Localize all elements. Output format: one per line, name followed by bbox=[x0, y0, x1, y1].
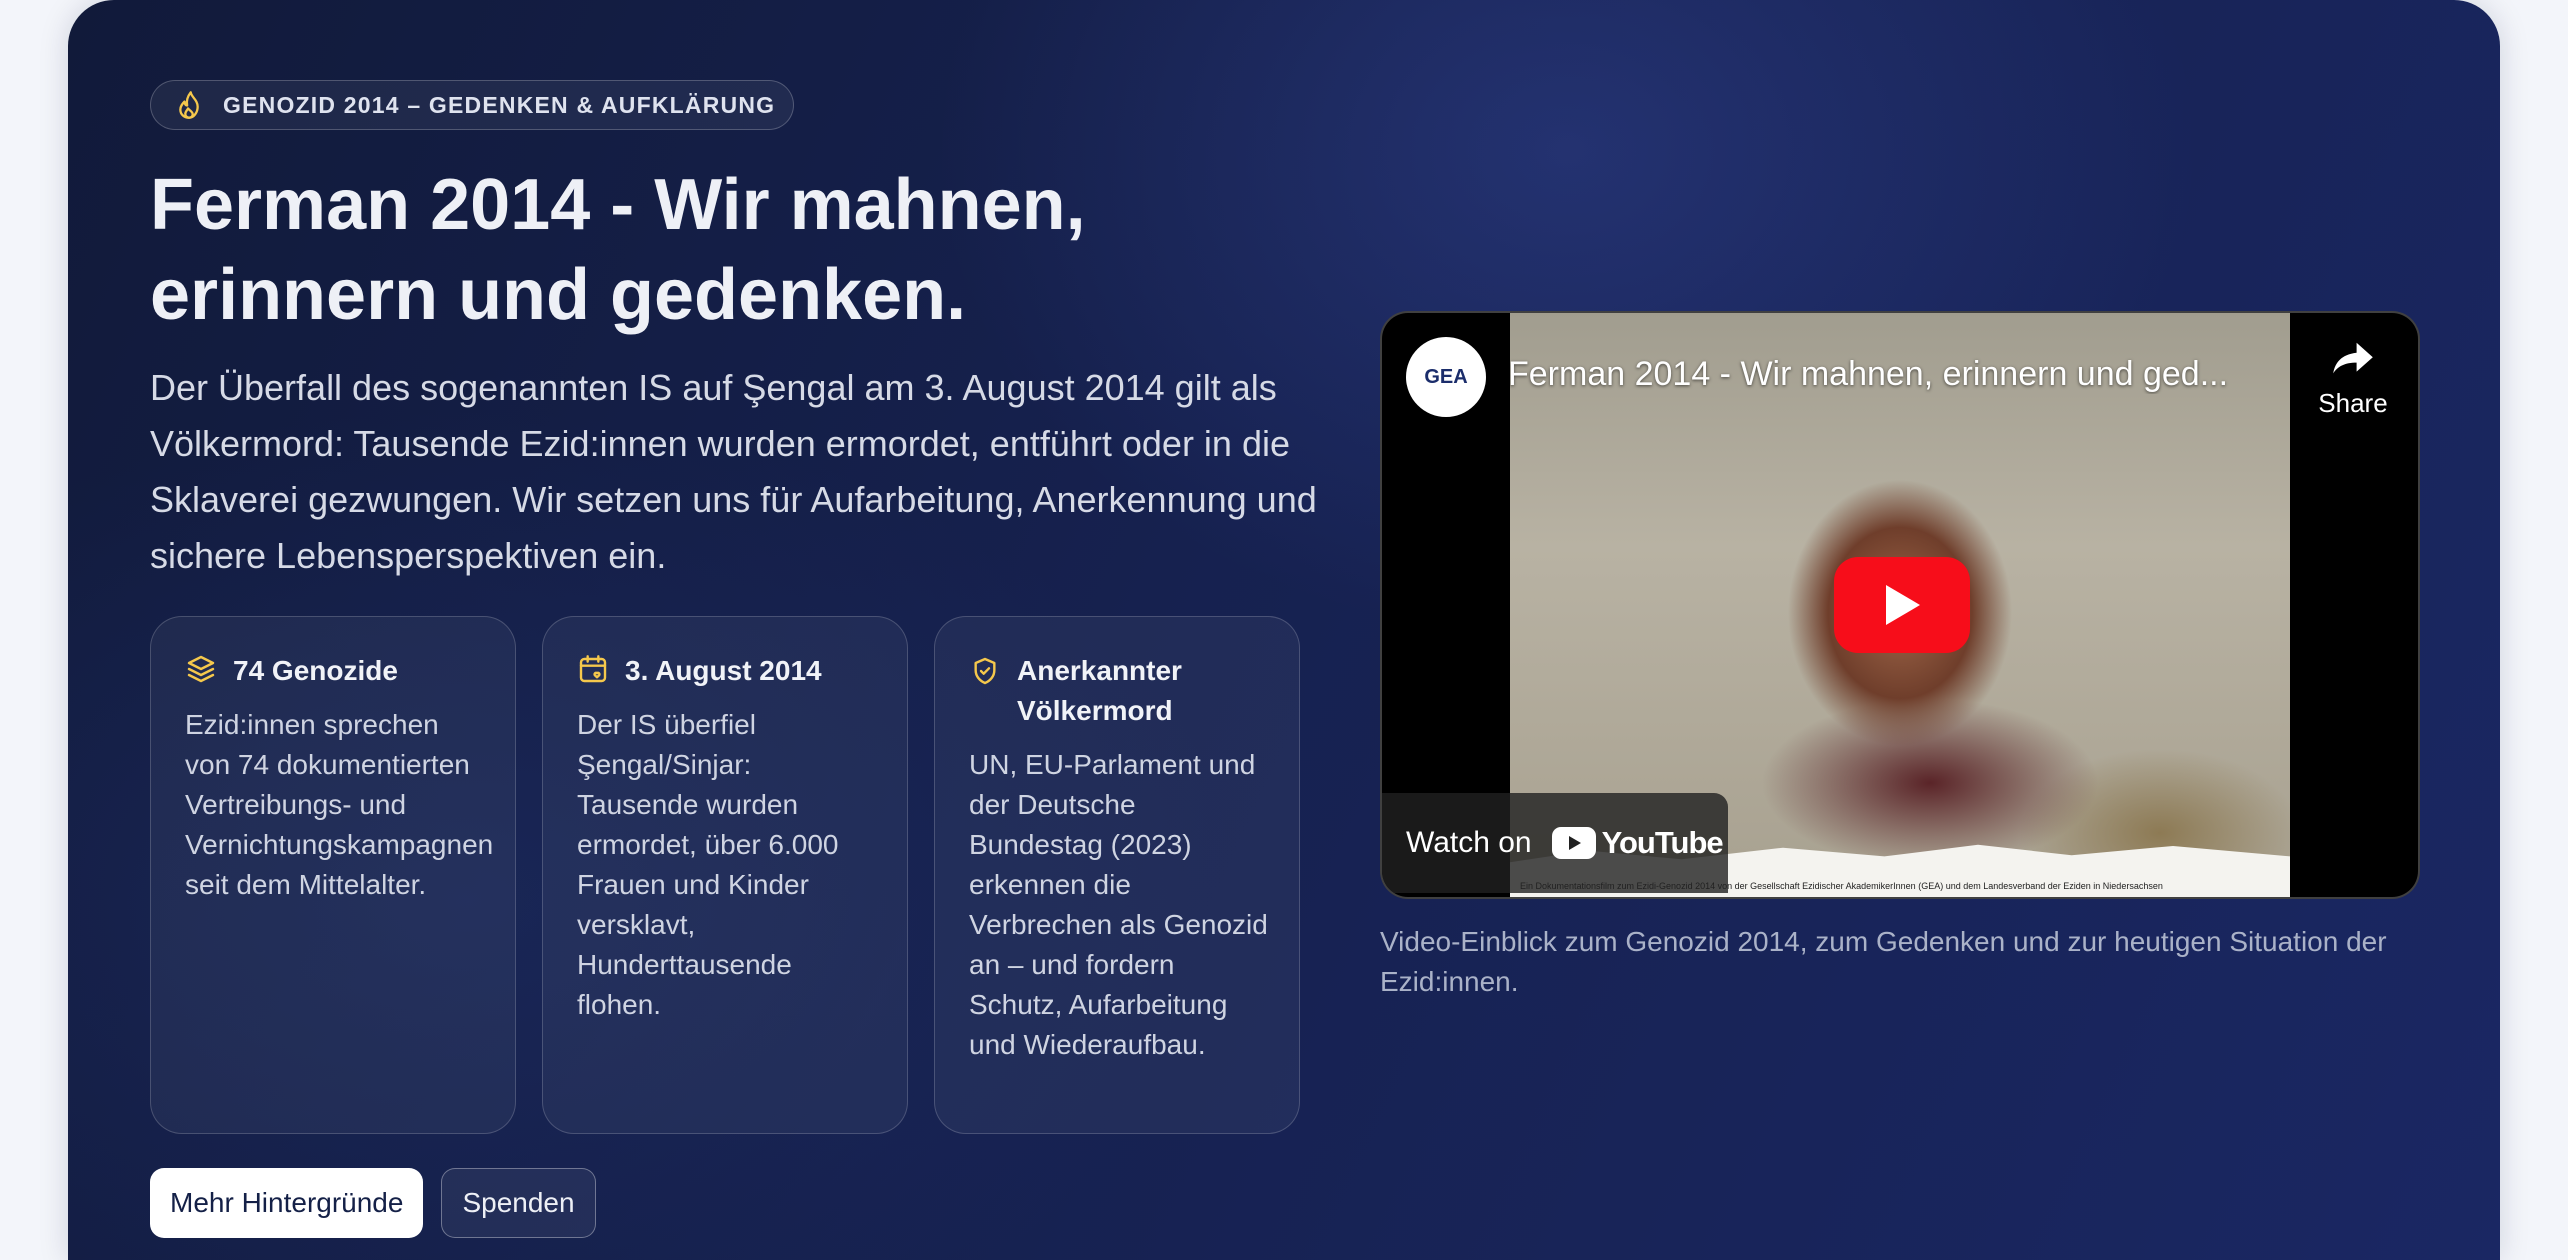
badge-label: GENOZID 2014 – GEDENKEN & AUFKLÄRUNG bbox=[223, 91, 776, 118]
layers-icon bbox=[185, 653, 217, 685]
fact-card-date: 3. August 2014 Der IS überfiel Şengal/Si… bbox=[542, 616, 908, 1134]
channel-avatar[interactable]: GEA bbox=[1406, 337, 1486, 417]
card-body: Ezid:innen sprechen von 74 dokumentierte… bbox=[185, 709, 494, 900]
card-heading: Anerkannter Völkermord bbox=[1017, 655, 1182, 726]
youtube-video-embed[interactable]: Ein Dokumentationsfilm zum Ezidi-Genozid… bbox=[1380, 311, 2420, 899]
fact-card-genocides: 74 Genozide Ezid:innen sprechen von 74 d… bbox=[150, 616, 516, 1134]
donate-button[interactable]: Spenden bbox=[441, 1168, 596, 1238]
video-title[interactable]: Ferman 2014 - Wir mahnen, erinnern und g… bbox=[1508, 355, 2268, 394]
fact-cards: 74 Genozide Ezid:innen sprechen von 74 d… bbox=[150, 616, 1300, 1134]
watch-on-label: Watch on bbox=[1406, 826, 1532, 859]
watch-on-youtube-link[interactable]: Watch on YouTube bbox=[1382, 793, 1728, 893]
card-heading: 3. August 2014 bbox=[625, 655, 822, 686]
card-body: UN, EU-Parlament und der Deutsche Bundes… bbox=[969, 749, 1268, 1060]
play-icon bbox=[1886, 585, 1920, 625]
card-heading: 74 Genozide bbox=[233, 655, 398, 686]
page-title: Ferman 2014 - Wir mahnen, erinnern und g… bbox=[150, 160, 1150, 340]
fact-card-recognition: Anerkannter Völkermord UN, EU-Parlament … bbox=[934, 616, 1300, 1134]
youtube-logo: YouTube bbox=[1551, 825, 1724, 861]
calendar-heart-icon bbox=[577, 653, 609, 685]
card-body: Der IS überfiel Şengal/Sinjar: Tausende … bbox=[577, 709, 839, 1020]
cta-buttons: Mehr Hintergründe Spenden bbox=[150, 1168, 596, 1238]
share-button[interactable]: Share bbox=[2308, 341, 2398, 419]
more-background-button[interactable]: Mehr Hintergründe bbox=[150, 1168, 424, 1238]
youtube-icon bbox=[1551, 827, 1596, 859]
flame-icon bbox=[175, 90, 203, 120]
hero-section: GENOZID 2014 – GEDENKEN & AUFKLÄRUNG Fer… bbox=[68, 0, 2500, 1260]
share-label: Share bbox=[2318, 388, 2388, 418]
title-line-1: Ferman 2014 - Wir mahnen, bbox=[150, 165, 1086, 245]
video-caption: Video-Einblick zum Genozid 2014, zum Ged… bbox=[1380, 926, 2387, 997]
topic-badge: GENOZID 2014 – GEDENKEN & AUFKLÄRUNG bbox=[150, 80, 794, 130]
lead-paragraph: Der Überfall des sogenannten IS auf Şeng… bbox=[150, 367, 1317, 576]
share-icon bbox=[2331, 342, 2375, 381]
youtube-wordmark: YouTube bbox=[1601, 825, 1724, 860]
play-button[interactable] bbox=[1834, 557, 1970, 653]
shield-check-icon bbox=[969, 655, 1001, 687]
title-line-2: erinnern und gedenken. bbox=[150, 255, 967, 335]
